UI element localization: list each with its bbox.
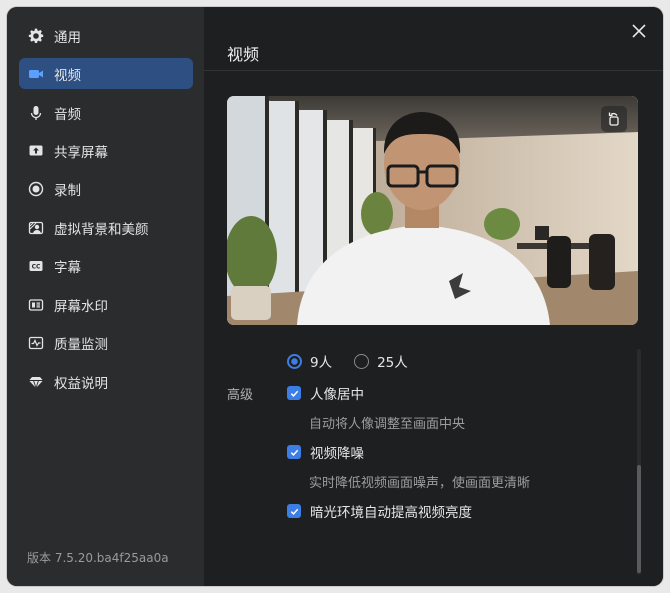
page-title: 视频 <box>227 45 260 64</box>
watermark-icon <box>28 297 44 313</box>
radio-option-9[interactable]: 9人 <box>287 351 332 371</box>
rotate-icon <box>608 112 619 126</box>
advanced-section-label: 高级 <box>227 388 254 403</box>
scrollbar-thumb[interactable] <box>637 465 641 573</box>
sidebar-item-video[interactable]: 视频 <box>19 58 193 89</box>
sidebar-item-label: 视频 <box>54 67 81 84</box>
virtual-background-icon <box>28 220 44 236</box>
sidebar-item-label: 字幕 <box>54 259 81 276</box>
close-button[interactable] <box>629 21 649 41</box>
svg-text:CC: CC <box>32 263 41 270</box>
diamond-icon <box>28 374 44 390</box>
close-icon <box>632 24 646 38</box>
radio-unselected-indicator[interactable] <box>354 353 370 369</box>
option-label: 暗光环境自动提高视频亮度 <box>310 505 472 521</box>
quality-monitor-icon <box>28 335 44 351</box>
sidebar-item-label: 屏幕水印 <box>54 298 108 315</box>
video-camera-icon <box>28 66 44 82</box>
check-icon <box>290 390 298 397</box>
sidebar-item-virtual-background[interactable]: 虚拟背景和美颜 <box>19 212 193 243</box>
sidebar-item-label: 通用 <box>54 29 81 46</box>
option-description: 实时降低视频画面噪声，使画面更清晰 <box>309 476 531 491</box>
gear-icon <box>28 28 44 44</box>
gallery-size-radio-group: 9人 25人 <box>287 351 430 371</box>
radio-option-25[interactable]: 25人 <box>354 351 408 371</box>
record-icon <box>28 181 44 197</box>
check-icon <box>290 449 298 456</box>
check-icon <box>290 508 298 515</box>
radio-label: 25人 <box>377 355 408 371</box>
version-label: 版本 7.5.20.ba4f25aa0a <box>27 551 169 565</box>
option-video-denoise[interactable]: 视频降噪 <box>287 442 364 462</box>
settings-sidebar: 通用 视频 音频 共享屏幕 录制 虚拟背景和美颜 CC 字幕 屏幕水印 质量监测… <box>7 7 204 586</box>
sidebar-item-label: 虚拟背景和美颜 <box>54 221 149 238</box>
microphone-icon <box>28 105 44 121</box>
sidebar-item-quality-monitor[interactable]: 质量监测 <box>19 327 193 358</box>
sidebar-item-label: 质量监测 <box>54 336 108 353</box>
title-divider <box>204 70 663 71</box>
sidebar-item-label: 权益说明 <box>54 375 108 392</box>
sidebar-item-record[interactable]: 录制 <box>19 173 193 204</box>
option-description: 自动将人像调整至画面中央 <box>309 417 466 432</box>
option-label: 视频降噪 <box>310 446 364 462</box>
camera-preview <box>227 96 638 325</box>
sidebar-item-captions[interactable]: CC 字幕 <box>19 250 193 281</box>
checkbox-checked[interactable] <box>287 445 301 459</box>
checkbox-checked[interactable] <box>287 386 301 400</box>
rotate-video-button[interactable] <box>601 106 627 132</box>
sidebar-item-label: 音频 <box>54 106 81 123</box>
share-screen-icon <box>28 143 44 159</box>
sidebar-item-general[interactable]: 通用 <box>19 20 193 51</box>
sidebar-item-label: 共享屏幕 <box>54 144 108 161</box>
video-settings-panel: 视频 9人 25人 高级 人像居中 自动将人像调整至画面中央 视频降噪 实时降低… <box>204 7 663 586</box>
sidebar-item-label: 录制 <box>54 182 81 199</box>
scrollbar-track[interactable] <box>637 349 641 575</box>
option-center-portrait[interactable]: 人像居中 <box>287 383 364 403</box>
checkbox-checked[interactable] <box>287 504 301 518</box>
settings-window: 通用 视频 音频 共享屏幕 录制 虚拟背景和美颜 CC 字幕 屏幕水印 质量监测… <box>7 7 663 586</box>
option-low-light-enhance[interactable]: 暗光环境自动提高视频亮度 <box>287 501 472 521</box>
camera-preview-image <box>227 96 638 325</box>
radio-selected-indicator[interactable] <box>287 353 302 369</box>
radio-label: 9人 <box>310 355 333 371</box>
option-label: 人像居中 <box>310 387 364 403</box>
sidebar-item-benefits[interactable]: 权益说明 <box>19 366 193 397</box>
captions-icon: CC <box>28 258 44 274</box>
sidebar-item-share-screen[interactable]: 共享屏幕 <box>19 135 193 166</box>
sidebar-item-audio[interactable]: 音频 <box>19 97 193 128</box>
sidebar-item-watermark[interactable]: 屏幕水印 <box>19 289 193 320</box>
